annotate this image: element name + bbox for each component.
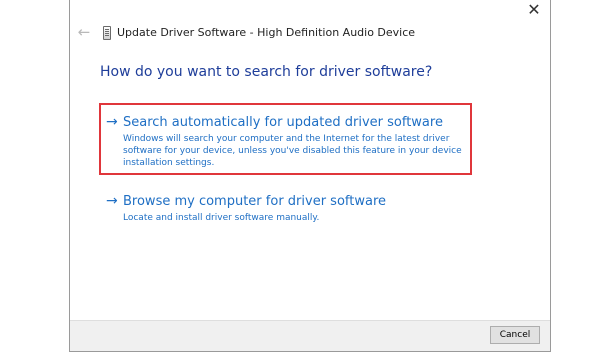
browse-computer-option[interactable]: → Browse my computer for driver software… xyxy=(106,193,466,223)
search-automatically-option[interactable]: → Search automatically for updated drive… xyxy=(106,114,466,170)
cancel-button[interactable]: Cancel xyxy=(490,326,540,344)
right-arrow-icon: → xyxy=(106,193,118,209)
update-driver-dialog: ✕ ← Update Driver Software - High Defini… xyxy=(69,0,551,352)
back-arrow-icon[interactable]: ← xyxy=(76,24,92,40)
page-heading: How do you want to search for driver sof… xyxy=(100,64,433,80)
dialog-footer: Cancel xyxy=(70,320,550,351)
window-title: Update Driver Software - High Definition… xyxy=(117,26,416,39)
search-automatically-title: Search automatically for updated driver … xyxy=(123,115,443,130)
browse-computer-title: Browse my computer for driver software xyxy=(123,194,386,209)
device-icon xyxy=(103,26,111,40)
right-arrow-icon: → xyxy=(106,114,118,130)
browse-computer-description: Locate and install driver software manua… xyxy=(123,213,320,223)
search-automatically-description: Windows will search your computer and th… xyxy=(123,134,462,168)
close-icon[interactable]: ✕ xyxy=(524,1,544,19)
